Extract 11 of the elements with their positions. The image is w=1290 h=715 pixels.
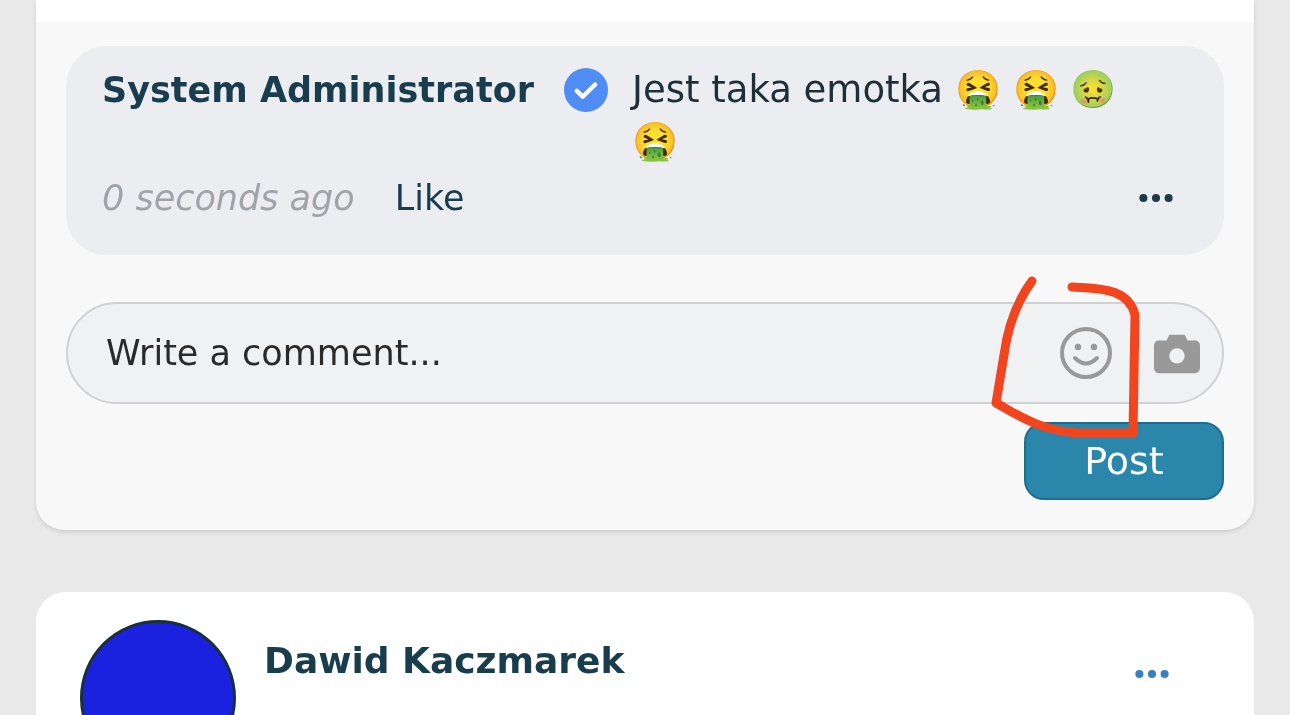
- emoji-icon[interactable]: [1058, 325, 1114, 381]
- post-button[interactable]: Post: [1024, 422, 1224, 500]
- post-author[interactable]: Dawid Kaczmarek: [264, 640, 625, 681]
- comment-author[interactable]: System Administrator: [102, 64, 534, 116]
- like-link[interactable]: Like: [394, 178, 465, 218]
- camera-icon[interactable]: [1154, 332, 1200, 374]
- comment-field[interactable]: Write a comment...: [66, 302, 1224, 404]
- comment-input-field[interactable]: Write a comment...: [104, 332, 1058, 374]
- comment-time: 0 seconds ago: [102, 178, 355, 218]
- comment-text: Jest taka emotka 🤮 🤮 🤢 🤮: [632, 67, 1118, 165]
- more-options-icon[interactable]: [1138, 192, 1174, 204]
